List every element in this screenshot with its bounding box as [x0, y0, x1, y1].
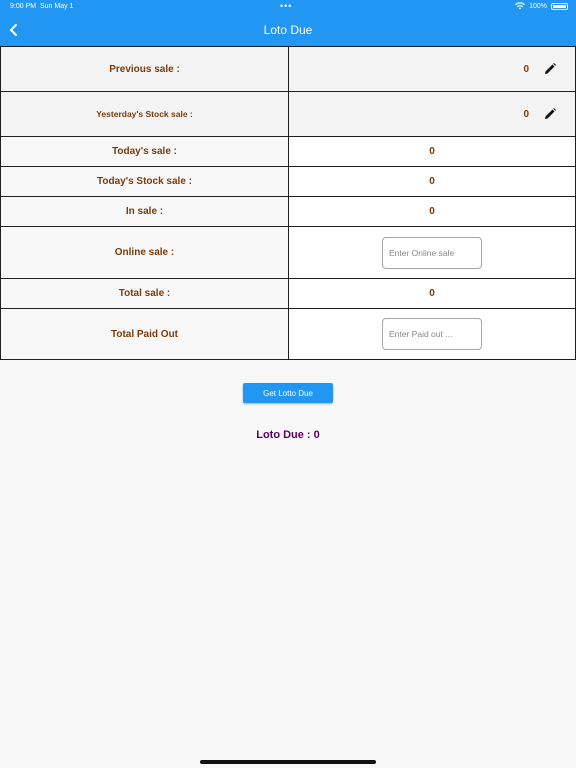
total-paid-out-label: Total Paid Out: [0, 308, 289, 360]
online-sale-input[interactable]: [382, 236, 482, 269]
status-time: 9:00 PM Sun May 1: [10, 3, 74, 10]
wifi-icon: [515, 2, 526, 10]
total-paid-out-cell: [288, 308, 576, 360]
table-row: Total Paid Out: [0, 308, 576, 360]
yesterday-stock-sale-cell: 0: [288, 91, 576, 137]
table-row: Previous sale : 0: [0, 46, 576, 92]
previous-sale-cell: 0: [288, 46, 576, 92]
previous-sale-value: 0: [523, 63, 529, 75]
todays-sale-label: Today's sale :: [0, 136, 289, 167]
online-sale-cell: [288, 226, 576, 279]
status-right: 100%: [515, 2, 568, 10]
status-bar: 9:00 PM Sun May 1 ••• 100%: [0, 0, 576, 14]
app-bar: 9:00 PM Sun May 1 ••• 100% Loto Due: [0, 0, 576, 46]
pencil-icon[interactable]: [543, 107, 557, 121]
online-sale-label: Online sale :: [0, 226, 289, 279]
table-row: Online sale :: [0, 226, 576, 279]
todays-stock-sale-value: 0: [288, 166, 576, 197]
battery-icon: [551, 2, 568, 10]
in-sale-label: In sale :: [0, 196, 289, 227]
loto-due-result: Loto Due : 0: [256, 429, 320, 441]
table-row: Yesterday's Stock sale : 0: [0, 91, 576, 137]
todays-stock-sale-label: Today's Stock sale :: [0, 166, 289, 197]
page-title: Loto Due: [263, 23, 313, 37]
sales-table: Previous sale : 0 Yesterday's Stock sale…: [0, 46, 576, 360]
table-row: Total sale : 0: [0, 278, 576, 309]
previous-sale-label: Previous sale :: [0, 46, 289, 92]
table-row: Today's Stock sale : 0: [0, 166, 576, 197]
get-lotto-due-button[interactable]: Get Lotto Due: [243, 383, 333, 403]
pencil-icon[interactable]: [543, 62, 557, 76]
total-sale-value: 0: [288, 278, 576, 309]
table-row: Today's sale : 0: [0, 136, 576, 167]
in-sale-value: 0: [288, 196, 576, 227]
battery-percent: 100%: [529, 2, 547, 10]
paid-out-input[interactable]: [382, 318, 482, 350]
todays-sale-value: 0: [288, 136, 576, 167]
home-indicator[interactable]: [200, 760, 376, 764]
yesterday-stock-sale-label: Yesterday's Stock sale :: [0, 91, 289, 137]
yesterday-stock-sale-value: 0: [523, 108, 529, 120]
multitask-dots-icon[interactable]: •••: [280, 1, 292, 11]
total-sale-label: Total sale :: [0, 278, 289, 309]
table-row: In sale : 0: [0, 196, 576, 227]
